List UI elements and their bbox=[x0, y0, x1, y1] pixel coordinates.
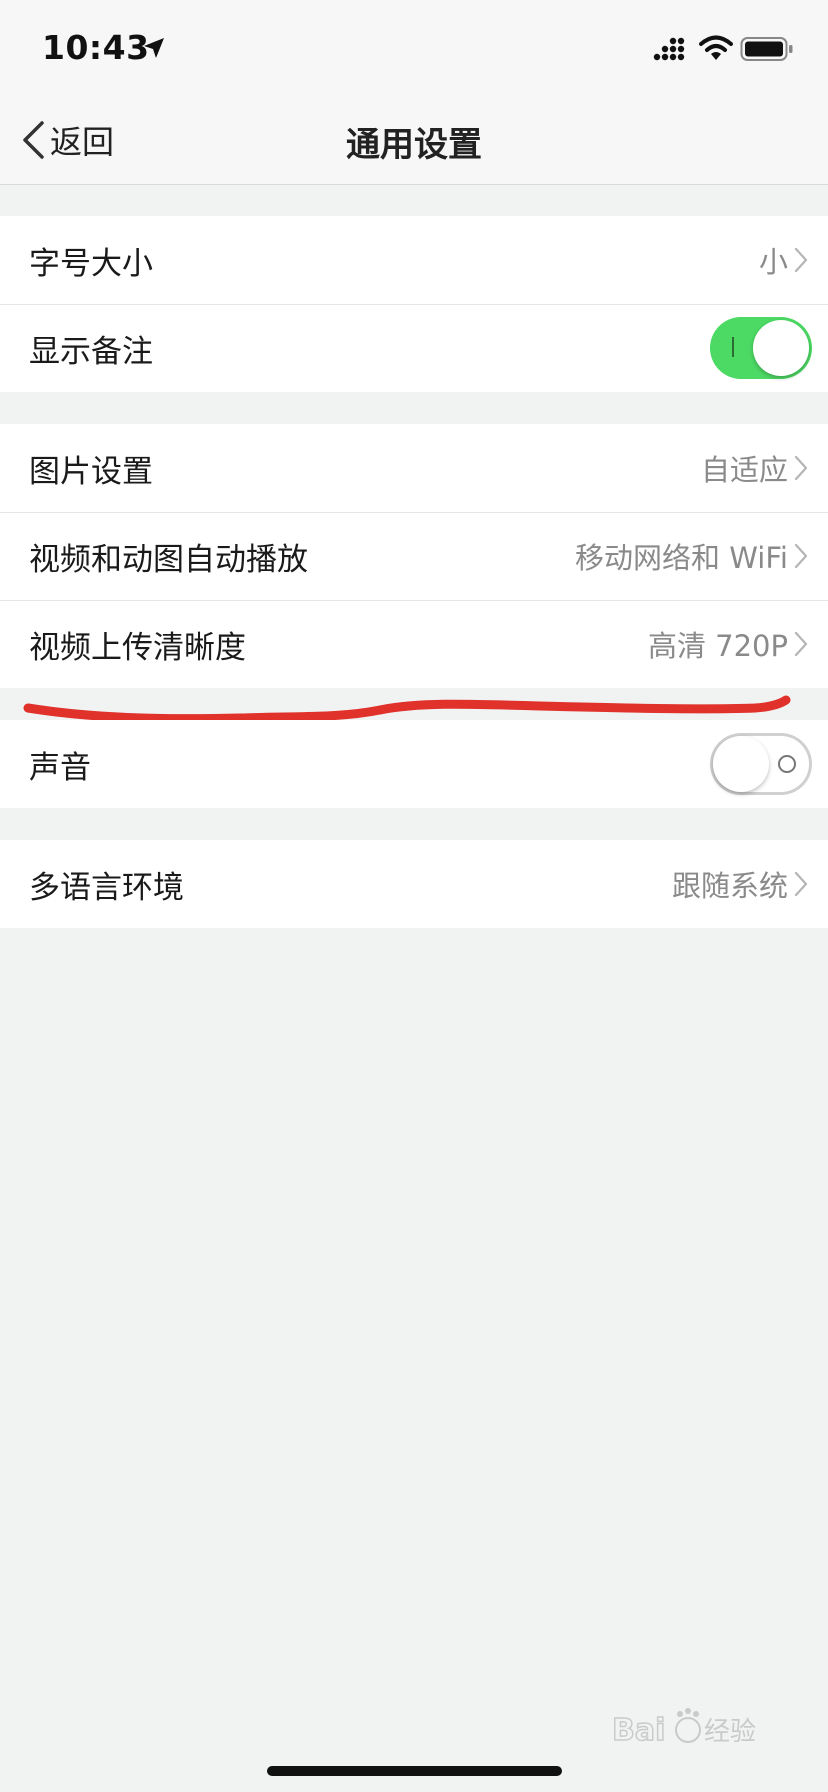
video-upload-quality-label: 视频上传清晰度 bbox=[29, 629, 246, 666]
language-label: 多语言环境 bbox=[29, 869, 184, 906]
chevron-right-icon bbox=[794, 871, 808, 897]
settings-group-language: 多语言环境 跟随系统 bbox=[0, 840, 828, 928]
navigation-bar: 返回 通用设置 bbox=[0, 95, 828, 185]
cellular-signal-icon bbox=[653, 37, 685, 61]
svg-text:经验: 经验 bbox=[704, 1717, 756, 1747]
show-remark-label: 显示备注 bbox=[29, 333, 153, 370]
toggle-knob bbox=[713, 736, 769, 792]
video-autoplay-label: 视频和动图自动播放 bbox=[29, 541, 308, 578]
status-bar: 10:43 bbox=[0, 0, 828, 95]
show-remark-toggle[interactable] bbox=[710, 317, 812, 379]
sound-toggle[interactable] bbox=[710, 733, 812, 795]
settings-group-media: 图片设置 自适应 视频和动图自动播放 移动网络和 WiFi 视频上传清晰度 高清… bbox=[0, 424, 828, 688]
page-title: 通用设置 bbox=[346, 125, 482, 165]
font-size-value: 小 bbox=[758, 245, 788, 279]
font-size-row[interactable]: 字号大小 小 bbox=[0, 216, 828, 304]
show-remark-row: 显示备注 bbox=[0, 304, 828, 392]
baidu-watermark-logo: Bai 经验 bbox=[611, 1708, 756, 1749]
chevron-right-icon bbox=[794, 455, 808, 481]
svg-text:Bai: Bai bbox=[612, 1713, 665, 1748]
image-settings-label: 图片设置 bbox=[29, 453, 153, 490]
chevron-right-icon bbox=[794, 631, 808, 657]
image-settings-row[interactable]: 图片设置 自适应 bbox=[0, 424, 828, 512]
sound-label: 声音 bbox=[29, 749, 91, 786]
language-row[interactable]: 多语言环境 跟随系统 bbox=[0, 840, 828, 928]
location-arrow-icon bbox=[144, 38, 164, 58]
sound-row: 声音 bbox=[0, 720, 828, 808]
chevron-right-icon bbox=[794, 247, 808, 273]
toggle-on-mark bbox=[732, 337, 734, 357]
font-size-label: 字号大小 bbox=[29, 245, 153, 282]
wifi-icon bbox=[699, 35, 733, 60]
video-upload-quality-value: 高清 720P bbox=[647, 629, 788, 663]
language-value: 跟随系统 bbox=[671, 869, 788, 903]
settings-group-display: 字号大小 小 显示备注 bbox=[0, 216, 828, 392]
toggle-knob bbox=[753, 320, 809, 376]
toggle-off-mark bbox=[778, 755, 796, 773]
image-settings-value: 自适应 bbox=[700, 453, 788, 487]
video-autoplay-row[interactable]: 视频和动图自动播放 移动网络和 WiFi bbox=[0, 512, 828, 600]
status-time: 10:43 bbox=[42, 28, 150, 67]
settings-group-sound: 声音 bbox=[0, 720, 828, 808]
battery-icon bbox=[740, 37, 793, 61]
home-indicator[interactable] bbox=[267, 1766, 562, 1776]
video-autoplay-value: 移动网络和 WiFi bbox=[575, 541, 788, 575]
chevron-right-icon bbox=[794, 543, 808, 569]
video-upload-quality-row[interactable]: 视频上传清晰度 高清 720P bbox=[0, 600, 828, 688]
